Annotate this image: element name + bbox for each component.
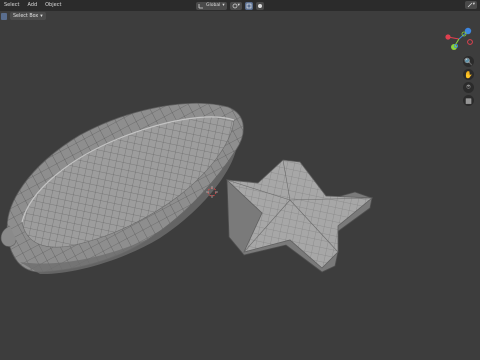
pivot-dropdown[interactable]: ▾ (229, 1, 242, 10)
star-mesh[interactable] (225, 159, 374, 273)
header-center-controls: Global ▾ ▾ (196, 1, 264, 10)
chevron-down-icon: ▾ (40, 13, 43, 19)
pod-shell-mesh[interactable] (0, 102, 244, 275)
orientation-label: Global (206, 2, 221, 8)
y-axis-handle[interactable] (451, 44, 457, 50)
camera-view-button[interactable]: ⌾ (463, 82, 474, 93)
transform-orientation-icon (198, 3, 203, 8)
grid-view-icon: ▦ (465, 96, 472, 105)
zoom-icon: 🔍 (464, 57, 473, 66)
camera-icon: ⌾ (466, 83, 471, 91)
menu-select[interactable]: Select (0, 0, 23, 11)
viewport-gizmos-dropdown[interactable]: ▾ (464, 1, 477, 9)
tool-header: Select Box ▾ (0, 11, 480, 21)
hand-pan-icon: ✋ (464, 70, 473, 79)
select-mode-label: Select Box (13, 13, 39, 19)
menu-add[interactable]: Add (23, 0, 41, 11)
zoom-button[interactable]: 🔍 (463, 56, 474, 67)
ortho-toggle-button[interactable]: ▦ (463, 95, 474, 106)
navigation-gizmo[interactable] (440, 22, 480, 62)
proportional-edit-toggle[interactable] (255, 1, 264, 10)
neg-x-axis-handle[interactable] (467, 39, 473, 45)
select-mode-dropdown[interactable]: Select Box ▾ (10, 12, 46, 20)
3d-viewport[interactable]: Select Add Object Global ▾ ▾ ▾ Select Bo… (0, 0, 480, 360)
chevron-down-icon: ▾ (472, 2, 475, 7)
transform-orientation-dropdown[interactable]: Global ▾ (196, 1, 227, 10)
pan-button[interactable]: ✋ (463, 69, 474, 80)
chevron-down-icon: ▾ (237, 2, 240, 8)
chevron-down-icon: ▾ (222, 2, 225, 8)
snap-toggle[interactable] (244, 1, 253, 10)
menu-object[interactable]: Object (41, 0, 65, 11)
x-axis-handle[interactable] (445, 34, 451, 40)
scene-canvas[interactable] (0, 0, 480, 360)
snap-icon (246, 3, 252, 8)
select-tool-icon[interactable] (1, 12, 7, 20)
proportional-edit-icon (257, 3, 262, 8)
header-right-controls: ▾ (464, 1, 477, 9)
